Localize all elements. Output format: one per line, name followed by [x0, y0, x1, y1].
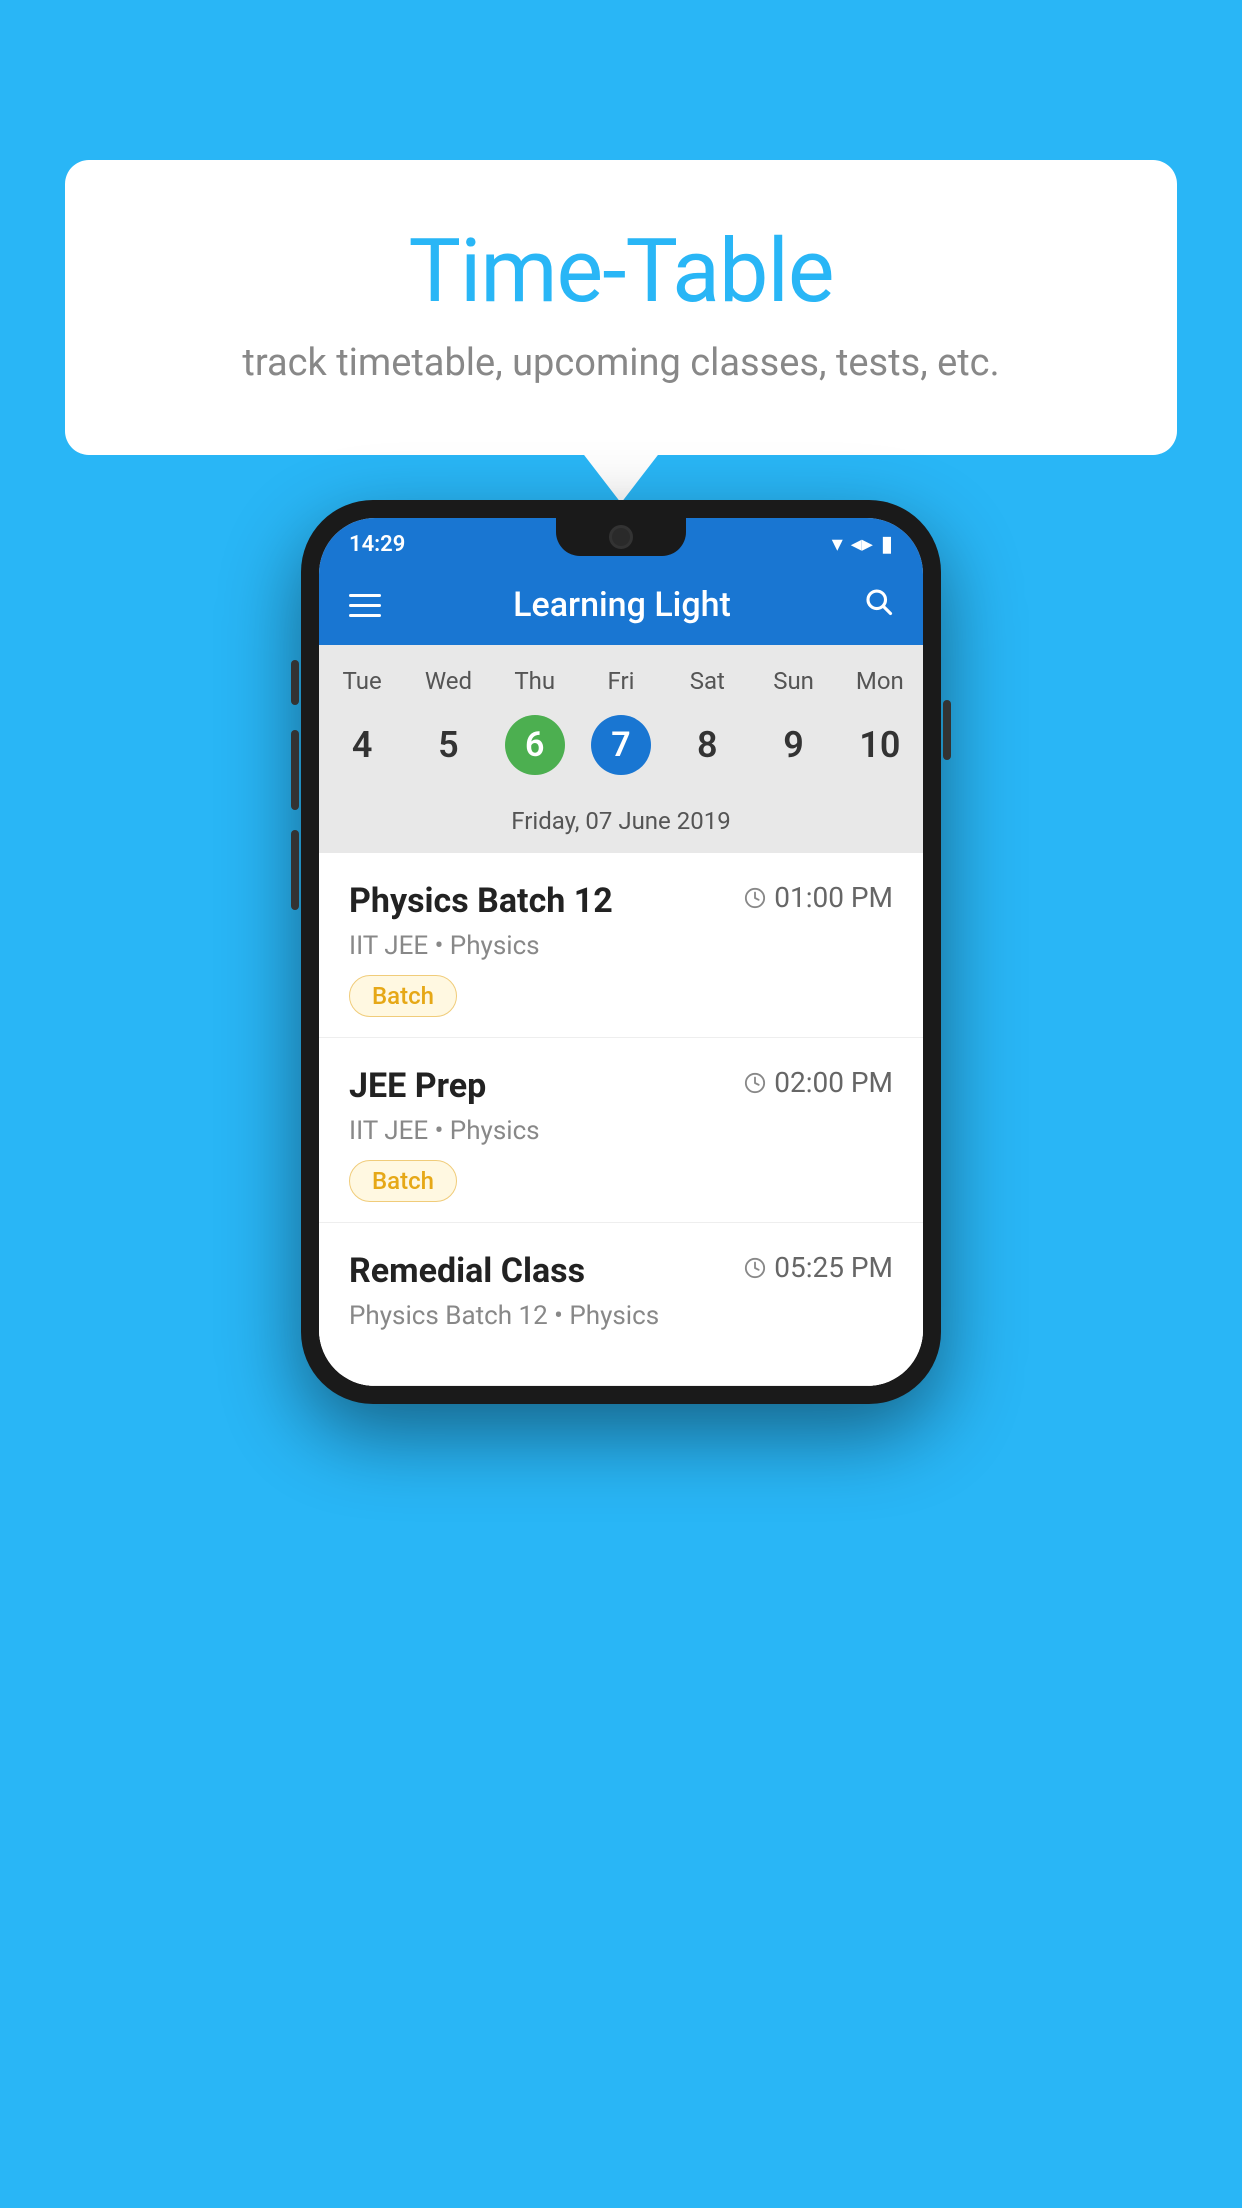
status-time: 14:29 [349, 532, 405, 557]
tooltip-card: Time-Table track timetable, upcoming cla… [65, 160, 1177, 455]
clock-icon-1 [744, 887, 766, 909]
schedule-item-3-header: Remedial Class 05:25 PM [349, 1251, 893, 1291]
schedule-item-1-header: Physics Batch 12 01:00 PM [349, 881, 893, 921]
status-icons: ▾ ◂▸ ▮ [832, 532, 893, 557]
signal-icon: ◂▸ [851, 532, 873, 557]
schedule-item-1-time: 01:00 PM [744, 881, 893, 914]
day-header-wed: Wed [405, 663, 491, 699]
front-camera [609, 525, 633, 549]
schedule-item-2-sub: IIT JEE • Physics [349, 1116, 893, 1146]
schedule-item-2-title: JEE Prep [349, 1066, 486, 1106]
batch-badge-1: Batch [349, 975, 457, 1017]
schedule-item-2[interactable]: JEE Prep 02:00 PM IIT JEE • Physics Batc… [319, 1038, 923, 1223]
phone-screen: 14:29 ▾ ◂▸ ▮ Learning Light [319, 518, 923, 1386]
app-bar-title: Learning Light [405, 585, 839, 625]
day-header-sat: Sat [664, 663, 750, 699]
schedule-item-3[interactable]: Remedial Class 05:25 PM Physics Batch 12… [319, 1223, 923, 1386]
clock-icon-2 [744, 1072, 766, 1094]
wifi-icon: ▾ [832, 532, 843, 557]
phone-outer: 14:29 ▾ ◂▸ ▮ Learning Light [301, 500, 941, 1404]
schedule-list: Physics Batch 12 01:00 PM IIT JEE • Phys… [319, 853, 923, 1386]
schedule-item-2-time: 02:00 PM [744, 1066, 893, 1099]
schedule-item-1[interactable]: Physics Batch 12 01:00 PM IIT JEE • Phys… [319, 853, 923, 1038]
notch [556, 518, 686, 556]
day-header-tue: Tue [319, 663, 405, 699]
day-4[interactable]: 4 [319, 707, 405, 783]
battery-icon: ▮ [881, 532, 893, 557]
app-bar: Learning Light [319, 565, 923, 645]
phone-mockup: 14:29 ▾ ◂▸ ▮ Learning Light [301, 500, 941, 1404]
schedule-item-3-time: 05:25 PM [744, 1251, 893, 1284]
day-header-fri: Fri [578, 663, 664, 699]
schedule-item-1-sub: IIT JEE • Physics [349, 931, 893, 961]
day-numbers: 4 5 6 7 8 9 10 [319, 707, 923, 783]
day-7[interactable]: 7 [578, 707, 664, 783]
day-8[interactable]: 8 [664, 707, 750, 783]
day-circle-selected: 7 [591, 715, 651, 775]
calendar-strip: Tue Wed Thu Fri Sat Sun Mon 4 5 6 7 [319, 645, 923, 853]
day-headers: Tue Wed Thu Fri Sat Sun Mon [319, 663, 923, 699]
schedule-item-1-title: Physics Batch 12 [349, 881, 613, 921]
batch-badge-2: Batch [349, 1160, 457, 1202]
power-button [943, 700, 951, 760]
silent-button [291, 830, 299, 910]
tooltip-subtitle: track timetable, upcoming classes, tests… [135, 341, 1107, 385]
selected-date-label: Friday, 07 June 2019 [319, 797, 923, 853]
schedule-item-3-title: Remedial Class [349, 1251, 585, 1291]
tooltip-title: Time-Table [135, 220, 1107, 323]
day-5[interactable]: 5 [405, 707, 491, 783]
clock-icon-3 [744, 1257, 766, 1279]
schedule-item-2-header: JEE Prep 02:00 PM [349, 1066, 893, 1106]
volume-down-button [291, 730, 299, 810]
day-9[interactable]: 9 [750, 707, 836, 783]
hamburger-menu-button[interactable] [349, 594, 381, 617]
schedule-item-3-sub: Physics Batch 12 • Physics [349, 1301, 893, 1331]
day-10[interactable]: 10 [837, 707, 923, 783]
volume-up-button [291, 660, 299, 705]
day-header-mon: Mon [837, 663, 923, 699]
day-header-thu: Thu [492, 663, 578, 699]
search-button[interactable] [863, 586, 893, 624]
day-6[interactable]: 6 [492, 707, 578, 783]
day-header-sun: Sun [750, 663, 836, 699]
day-circle-today: 6 [505, 715, 565, 775]
